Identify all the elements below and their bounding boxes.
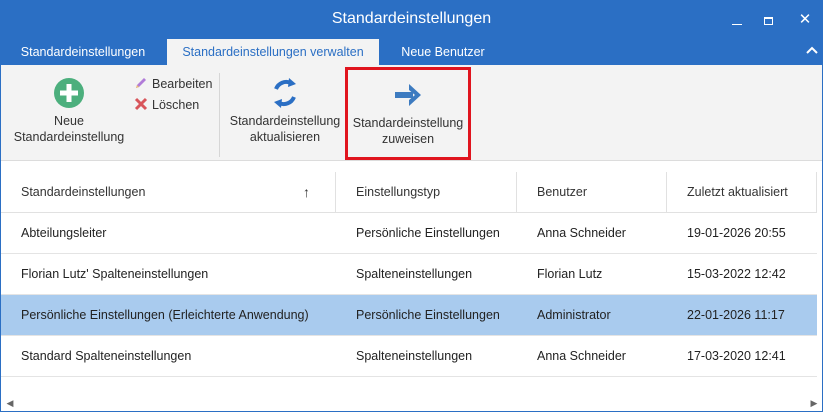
maximize-icon	[763, 17, 773, 26]
tab-standardeinstellungen[interactable]: Standardeinstellungen	[9, 39, 157, 65]
cell-user: Anna Schneider	[537, 226, 626, 240]
table-row[interactable]: Florian Lutz' Spalteneinstellungen Spalt…	[1, 254, 817, 295]
cell-updated: 17-03-2020 12:41	[687, 349, 786, 363]
sort-ascending-icon: ↑	[303, 184, 310, 200]
delete-button-label: Löschen	[152, 98, 200, 112]
ribbon-separator	[219, 73, 220, 157]
cell-updated: 19-01-2026 20:55	[687, 226, 786, 240]
delete-button[interactable]: Löschen	[134, 96, 199, 114]
chevron-up-icon	[806, 46, 818, 54]
edit-button[interactable]: Bearbeiten	[134, 75, 212, 93]
assign-button-label-line2: zuweisen	[381, 132, 435, 146]
new-button-label-line2: Standardeinstellung	[13, 130, 125, 144]
arrow-right-icon	[395, 84, 421, 106]
table-row[interactable]: Abteilungsleiter Persönliche Einstellung…	[1, 213, 817, 254]
edit-button-label: Bearbeiten	[152, 77, 213, 91]
minimize-icon	[732, 23, 742, 25]
new-default-setting-button[interactable]: Neue Standardeinstellung	[11, 77, 127, 145]
ribbon-toolbar: Neue Standardeinstellung Bearbeiten Lösc…	[1, 65, 822, 161]
column-header-user[interactable]: Benutzer	[517, 172, 667, 213]
assign-button-label-line1: Standardeinstellung	[352, 116, 464, 130]
cell-user: Anna Schneider	[537, 349, 626, 363]
refresh-button-label-line2: aktualisieren	[249, 130, 321, 144]
scroll-left-icon[interactable]: ◀	[3, 395, 17, 411]
scroll-right-icon[interactable]: ▶	[807, 395, 821, 411]
horizontal-scrollbar[interactable]: ◀ ▶	[1, 395, 822, 411]
window-title: Standardeinstellungen	[331, 10, 492, 27]
cell-user: Administrator	[537, 308, 611, 322]
cell-updated: 15-03-2022 12:42	[687, 267, 786, 281]
cell-updated: 22-01-2026 11:17	[687, 308, 785, 322]
assign-default-setting-button[interactable]: Standardeinstellung zuweisen	[345, 67, 471, 160]
column-header-updated[interactable]: Zuletzt aktualisiert	[667, 172, 817, 213]
cell-name: Florian Lutz' Spalteneinstellungen	[21, 267, 209, 281]
refresh-button-label-line1: Standardeinstellung	[229, 114, 341, 128]
tab-neue-benutzer[interactable]: Neue Benutzer	[387, 39, 499, 65]
ribbon-tabs: Standardeinstellungen Standardeinstellun…	[1, 39, 822, 65]
minimize-button[interactable]	[726, 10, 748, 30]
table-header: Standardeinstellungen ↑ Einstellungstyp …	[1, 172, 817, 213]
cell-type: Spalteneinstellungen	[356, 267, 473, 281]
cell-name: Abteilungsleiter	[21, 226, 107, 240]
table-row-selected[interactable]: Persönliche Einstellungen (Erleichterte …	[1, 295, 817, 336]
refresh-default-setting-button[interactable]: Standardeinstellung aktualisieren	[227, 77, 343, 145]
add-icon	[54, 78, 84, 108]
cell-type: Spalteneinstellungen	[356, 349, 473, 363]
cell-type: Persönliche Einstellungen	[356, 226, 500, 240]
table-row[interactable]: Standard Spalteneinstellungen Spaltenein…	[1, 336, 817, 377]
app-window: Standardeinstellungen ✕ Standardeinstell…	[0, 0, 823, 412]
new-button-label-line1: Neue	[54, 114, 84, 128]
pencil-icon	[136, 78, 146, 88]
close-button[interactable]: ✕	[794, 10, 816, 30]
cell-name: Persönliche Einstellungen (Erleichterte …	[21, 308, 309, 322]
maximize-button[interactable]	[757, 10, 779, 30]
cell-type: Persönliche Einstellungen	[356, 308, 500, 322]
tab-standardeinstellungen-verwalten[interactable]: Standardeinstellungen verwalten	[167, 39, 379, 65]
column-header-name[interactable]: Standardeinstellungen ↑	[1, 172, 336, 213]
title-bar: Standardeinstellungen ✕	[1, 1, 822, 39]
delete-icon	[134, 97, 148, 111]
cell-name: Standard Spalteneinstellungen	[21, 349, 192, 363]
refresh-icon	[274, 78, 296, 108]
cell-user: Florian Lutz	[537, 267, 603, 281]
column-header-name-label: Standardeinstellungen	[21, 185, 146, 199]
collapse-ribbon-button[interactable]	[805, 43, 819, 59]
column-header-type[interactable]: Einstellungstyp	[336, 172, 517, 213]
